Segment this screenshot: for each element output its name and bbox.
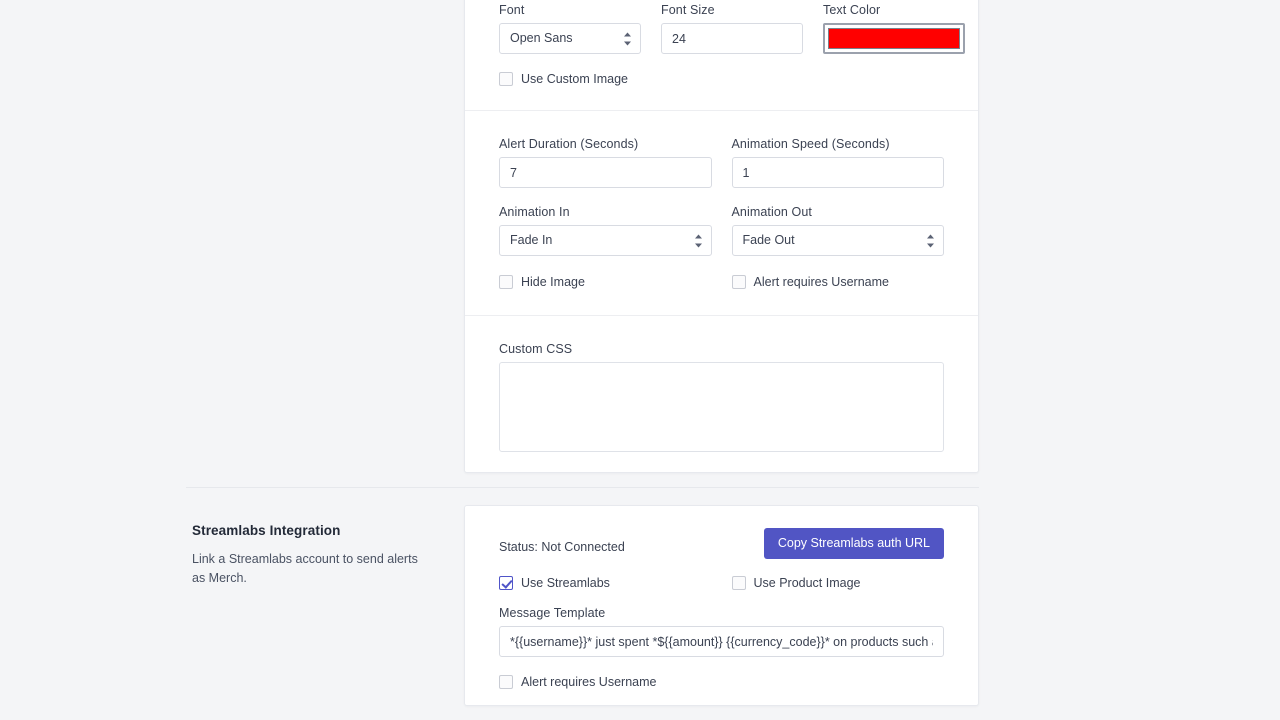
animation-speed-label: Animation Speed (Seconds) <box>731 137 890 151</box>
animation-out-label: Animation Out <box>731 205 813 219</box>
alert-requires-username-row[interactable]: Alert requires Username <box>731 275 945 289</box>
streamlabs-alert-requires-username-row[interactable]: Alert requires Username <box>499 675 944 689</box>
section-divider <box>186 487 979 488</box>
use-product-image-col: Use Product Image <box>731 576 945 590</box>
animation-in-field: Animation In Fade In <box>499 205 712 256</box>
alert-duration-label: Alert Duration (Seconds) <box>499 137 639 151</box>
font-field: Font Open Sans <box>499 3 641 54</box>
hide-image-label: Hide Image <box>521 275 585 289</box>
font-select[interactable]: Open Sans <box>499 23 641 54</box>
use-streamlabs-checkbox[interactable] <box>499 576 513 590</box>
font-select-wrap: Open Sans <box>499 23 641 54</box>
timing-checkbox-row: Hide Image Alert requires Username <box>499 275 944 289</box>
streamlabs-description-block: Streamlabs Integration Link a Streamlabs… <box>192 523 427 589</box>
text-color-field: Text Color <box>823 3 965 54</box>
animation-out-select[interactable]: Fade Out <box>731 225 944 256</box>
custom-css-section: Custom CSS <box>465 315 978 478</box>
color-swatch <box>828 28 960 49</box>
use-streamlabs-label: Use Streamlabs <box>521 576 610 590</box>
streamlabs-description: Link a Streamlabs account to send alerts… <box>192 552 418 586</box>
timing-section: Alert Duration (Seconds) Animation Speed… <box>465 110 978 315</box>
font-size-input[interactable] <box>661 23 803 54</box>
page-viewport: Font Open Sans Font Size 24 Text Color U… <box>0 0 1280 720</box>
copy-streamlabs-auth-url-button[interactable]: Copy Streamlabs auth URL <box>763 528 944 559</box>
animation-out-field: Animation Out Fade Out <box>731 205 944 256</box>
status-badge: Status: Not Connected <box>499 540 625 554</box>
custom-css-label: Custom CSS <box>499 342 573 356</box>
streamlabs-section: Status: Not Connected Copy Streamlabs au… <box>465 506 978 711</box>
font-label: Font <box>499 3 525 17</box>
alert-requires-username-label: Alert requires Username <box>753 275 889 289</box>
alert-duration-input[interactable] <box>499 157 712 188</box>
animation-in-label: Animation In <box>499 205 570 219</box>
animation-speed-field: Animation Speed (Seconds) <box>731 137 944 188</box>
hide-image-checkbox[interactable] <box>499 275 513 289</box>
alert-requires-username-checkbox[interactable] <box>731 275 746 289</box>
alert-requires-username-checkbox[interactable] <box>499 675 513 689</box>
streamlabs-toggle-row: Use Streamlabs Use Product Image <box>499 576 944 590</box>
use-custom-image-checkbox[interactable] <box>499 72 513 86</box>
streamlabs-status-row: Status: Not Connected Copy Streamlabs au… <box>499 528 944 559</box>
animation-speed-input[interactable] <box>731 157 944 188</box>
font-size-label: Font Size <box>661 3 715 17</box>
animation-in-select[interactable]: Fade In <box>499 225 712 256</box>
use-custom-image-row[interactable]: Use Custom Image <box>499 72 944 86</box>
animation-out-select-wrap: Fade Out <box>731 225 944 256</box>
streamlabs-card: Status: Not Connected Copy Streamlabs au… <box>464 505 979 706</box>
custom-css-textarea[interactable] <box>499 362 944 452</box>
use-product-image-label: Use Product Image <box>753 576 861 590</box>
text-color-label: Text Color <box>823 3 881 17</box>
use-streamlabs-row[interactable]: Use Streamlabs <box>499 576 712 590</box>
hide-image-row[interactable]: Hide Image <box>499 275 712 289</box>
font-row: Font Open Sans Font Size 24 Text Color <box>499 3 965 54</box>
animation-row: Animation In Fade In Animation Out Fade … <box>499 205 944 256</box>
use-product-image-row[interactable]: Use Product Image <box>731 576 945 590</box>
use-streamlabs-col: Use Streamlabs <box>499 576 712 590</box>
use-product-image-checkbox[interactable] <box>731 576 746 590</box>
message-template-label: Message Template <box>499 606 606 620</box>
message-template-field: Message Template <box>499 606 944 657</box>
use-custom-image-label: Use Custom Image <box>521 72 628 86</box>
text-color-picker[interactable] <box>823 23 965 54</box>
animation-in-select-wrap: Fade In <box>499 225 712 256</box>
alert-requires-username-col: Alert requires Username <box>731 275 945 289</box>
appearance-section: Font Open Sans Font Size 24 Text Color U… <box>465 0 978 110</box>
hide-image-col: Hide Image <box>499 275 712 289</box>
alert-requires-username-label: Alert requires Username <box>521 675 657 689</box>
duration-row: Alert Duration (Seconds) Animation Speed… <box>499 137 944 188</box>
alert-settings-card: Font Open Sans Font Size 24 Text Color U… <box>464 0 979 473</box>
alert-duration-field: Alert Duration (Seconds) <box>499 137 712 188</box>
streamlabs-title: Streamlabs Integration <box>192 523 341 538</box>
message-template-input[interactable] <box>499 626 944 657</box>
font-size-field: Font Size <box>661 3 803 54</box>
